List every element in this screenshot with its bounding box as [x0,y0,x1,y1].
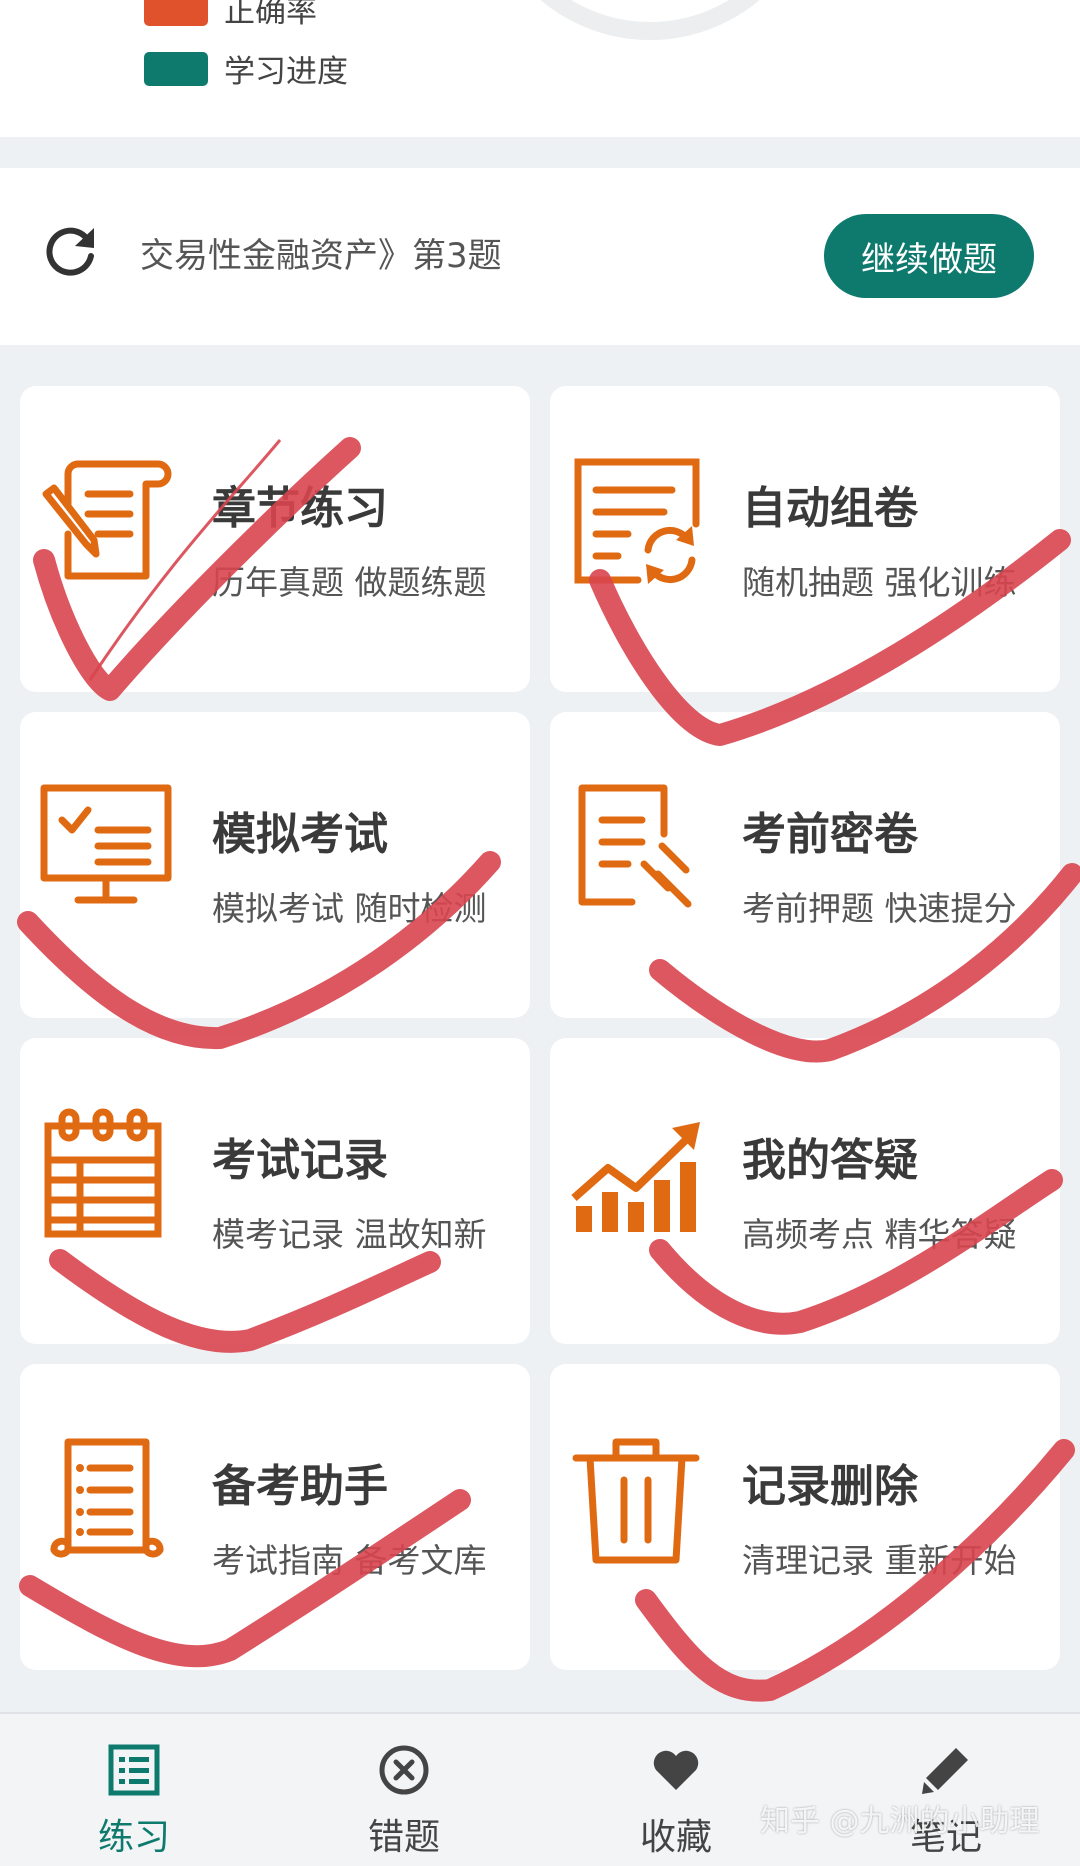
card-delete-records[interactable]: 记录删除 清理记录 重新开始 [550,1364,1060,1670]
card-mock-exam[interactable]: 模拟考试 模拟考试 随时检测 [20,712,530,1018]
refresh-icon[interactable] [42,222,100,280]
bottom-tab-bar: 练习 错题 收藏 笔记 [0,1712,1080,1866]
card-title: 我的答疑 [742,1135,918,1186]
card-subtitle: 随机抽题 强化训练 [742,563,1017,602]
progress-donut-chart [480,0,820,40]
legend-label: 正确率 [224,0,317,30]
card-title: 考试记录 [212,1135,388,1186]
legend-swatch-accuracy [144,0,208,26]
legend-label: 学习进度 [224,54,348,90]
pen-icon [922,1748,968,1794]
calendar-icon [44,1108,162,1238]
card-auto-paper[interactable]: 自动组卷 随机抽题 强化训练 [550,386,1060,692]
continue-practice-button[interactable]: 继续做题 [824,214,1034,298]
tab-label: 错题 [367,1817,440,1858]
card-exam-records[interactable]: 考试记录 模考记录 温故知新 [20,1038,530,1344]
card-subtitle: 考前押题 快速提分 [742,889,1017,928]
tab-favorites[interactable]: 收藏 [586,1714,766,1866]
legend-item-progress: 学习进度 [144,46,348,91]
card-title: 备考助手 [212,1461,388,1512]
stats-summary: 正确率 学习进度 [0,0,1080,137]
card-subtitle: 清理记录 重新开始 [742,1541,1017,1580]
last-question-text: 交易性金融资产》第3题 [140,236,502,276]
tab-label: 收藏 [639,1817,712,1858]
trash-icon [572,1438,700,1564]
heart-icon [653,1750,699,1790]
card-my-qa[interactable]: 我的答疑 高频考点 精华答疑 [550,1038,1060,1344]
card-title: 章节练习 [212,483,388,534]
tab-practice[interactable]: 练习 [44,1714,224,1866]
legend-item-accuracy: 正确率 [144,0,317,31]
card-title: 考前密卷 [742,809,918,860]
close-circle-icon [379,1745,429,1795]
legend-swatch-progress [144,51,208,86]
card-title: 记录删除 [742,1461,918,1512]
scroll-list-icon [50,1438,164,1558]
tab-wrong-questions[interactable]: 错题 [314,1714,494,1866]
document-gavel-icon [578,784,692,908]
card-subtitle: 模考记录 温故知新 [212,1215,487,1254]
card-subtitle: 高频考点 精华答疑 [742,1215,1017,1254]
card-study-assistant[interactable]: 备考助手 考试指南 备考文库 [20,1364,530,1670]
card-subtitle: 历年真题 做题练题 [212,563,487,602]
card-chapter-practice[interactable]: 章节练习 历年真题 做题练题 [20,386,530,692]
scroll-pencil-icon [42,460,172,580]
document-refresh-icon [574,458,700,584]
card-title: 模拟考试 [212,809,388,860]
tab-label: 练习 [97,1817,170,1858]
tab-notes[interactable]: 笔记 [856,1714,1036,1866]
resume-practice-bar: 交易性金融资产》第3题 继续做题 [0,168,1080,345]
watermark: 知乎 @九洲的小助理 [760,1804,1040,1839]
card-subtitle: 模拟考试 随时检测 [212,889,487,928]
trend-chart-icon [571,1122,700,1232]
card-subtitle: 考试指南 备考文库 [212,1541,487,1580]
list-icon [108,1744,160,1796]
monitor-checklist-icon [40,784,172,904]
card-title: 自动组卷 [742,483,918,534]
card-secret-paper[interactable]: 考前密卷 考前押题 快速提分 [550,712,1060,1018]
